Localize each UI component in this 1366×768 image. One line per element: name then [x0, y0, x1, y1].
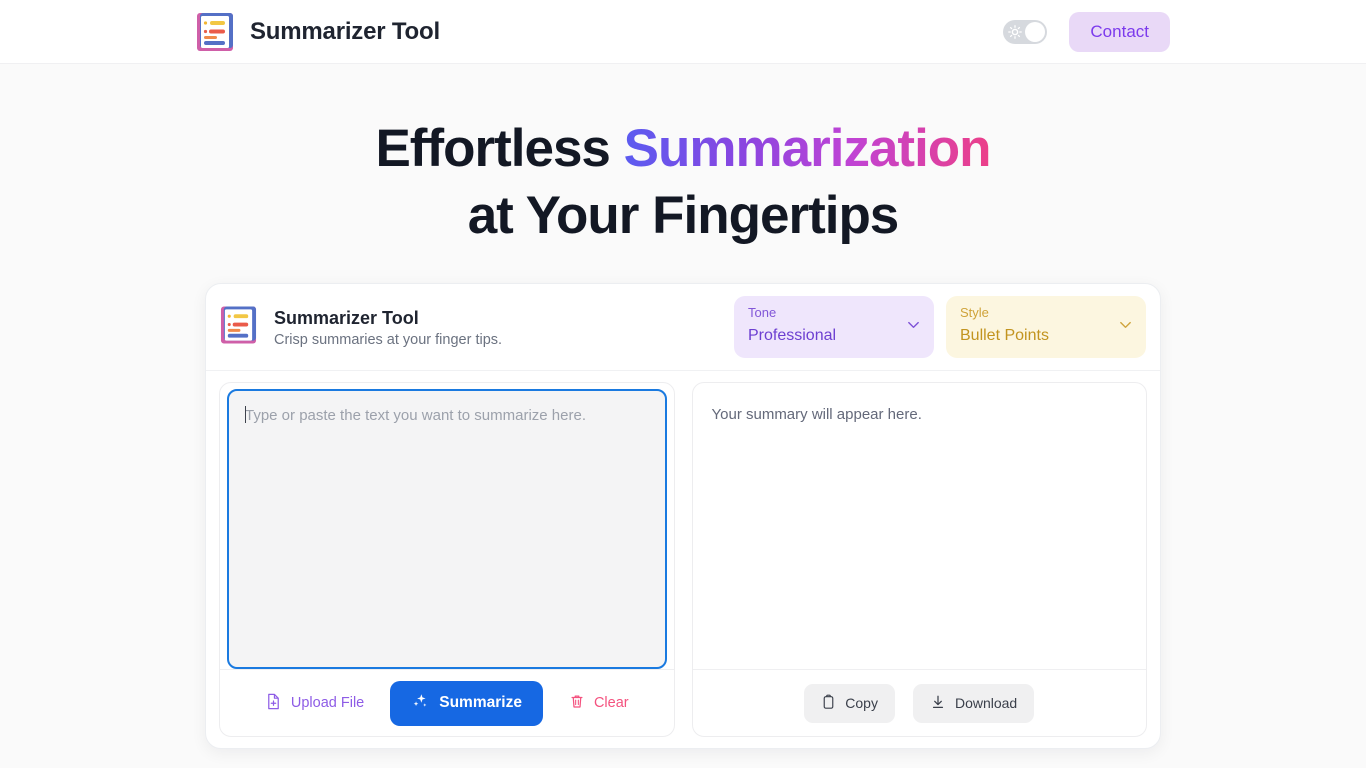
card-title: Summarizer Tool: [274, 307, 419, 328]
upload-file-label: Upload File: [290, 695, 365, 711]
trash-icon: [569, 693, 585, 714]
output-panel: Your summary will appear here. Copy Down…: [691, 382, 1147, 737]
clear-button[interactable]: Clear: [565, 687, 633, 720]
text-caret: [245, 406, 246, 423]
option-selects: Tone Professional Style Bullet Points: [734, 296, 1146, 358]
summarize-button[interactable]: Summarize: [390, 680, 543, 726]
document-lines-icon: [220, 305, 257, 350]
output-panel-actions: Copy Download: [692, 669, 1146, 736]
upload-file-button[interactable]: Upload File: [261, 687, 368, 720]
tone-select-label: Tone: [748, 305, 777, 320]
summary-output: Your summary will appear here.: [693, 383, 1147, 669]
copy-button[interactable]: Copy: [804, 683, 895, 723]
panels-row: Type or paste the text you want to summa…: [206, 371, 1160, 748]
hero-section: Effortless Summarization at Your Fingert…: [0, 122, 1366, 242]
card-header: Summarizer Tool Crisp summaries at your …: [206, 284, 1160, 371]
card-header-text: Summarizer Tool Crisp summaries at your …: [274, 306, 502, 348]
brand-title: Summarizer Tool: [250, 17, 440, 45]
clipboard-icon: [821, 694, 836, 713]
clear-button-label: Clear: [593, 695, 629, 711]
hero-line1-plain: Effortless: [375, 119, 624, 178]
download-button-label: Download: [954, 695, 1018, 711]
hero-line2: at Your Fingertips: [467, 186, 900, 245]
summarize-input[interactable]: Type or paste the text you want to summa…: [227, 389, 667, 669]
input-panel-body: Type or paste the text you want to summa…: [220, 383, 674, 669]
chevron-down-icon: [906, 317, 921, 337]
top-bar-right-group: Contact: [1003, 11, 1170, 52]
theme-toggle[interactable]: [1003, 19, 1048, 44]
hero-line1-gradient: Summarization: [623, 119, 992, 178]
style-select[interactable]: Style Bullet Points: [946, 296, 1146, 358]
file-plus-icon: [265, 693, 282, 714]
download-icon: [930, 694, 946, 713]
sun-icon: [1008, 24, 1023, 42]
summarizer-card: Summarizer Tool Crisp summaries at your …: [205, 283, 1161, 749]
contact-button[interactable]: Contact: [1069, 11, 1170, 52]
tone-select-value: Professional: [748, 326, 837, 344]
summary-output-placeholder: Your summary will appear here.: [711, 406, 922, 423]
input-panel: Type or paste the text you want to summa…: [219, 382, 675, 737]
card-header-identity: Summarizer Tool Crisp summaries at your …: [220, 305, 734, 350]
style-select-label: Style: [960, 305, 989, 320]
summarize-button-label: Summarize: [439, 694, 522, 711]
copy-button-label: Copy: [845, 695, 878, 711]
document-lines-icon: [196, 12, 234, 52]
tone-select[interactable]: Tone Professional: [734, 296, 934, 358]
page-title: Effortless Summarization at Your Fingert…: [0, 122, 1366, 242]
top-navigation-bar: Summarizer Tool Contact: [0, 0, 1366, 64]
brand[interactable]: Summarizer Tool: [196, 12, 440, 52]
toggle-knob: [1025, 21, 1046, 42]
chevron-down-icon: [1118, 317, 1133, 337]
summarize-input-placeholder: Type or paste the text you want to summa…: [245, 407, 587, 424]
input-panel-actions: Upload File Summarize Clear: [220, 669, 674, 736]
download-button[interactable]: Download: [912, 683, 1035, 723]
sparkles-icon: [411, 692, 429, 715]
card-subtitle: Crisp summaries at your finger tips.: [274, 332, 503, 349]
style-select-value: Bullet Points: [960, 326, 1049, 344]
